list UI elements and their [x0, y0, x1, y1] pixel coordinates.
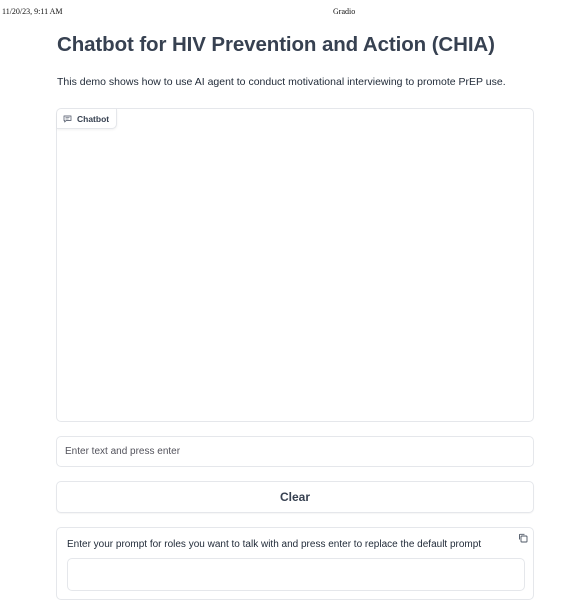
page-title: Chatbot for HIV Prevention and Action (C…	[57, 33, 495, 56]
message-input-container	[56, 436, 534, 467]
prompt-textarea[interactable]	[67, 558, 525, 591]
copy-icon[interactable]	[517, 532, 529, 544]
prompt-label: Enter your prompt for roles you want to …	[67, 539, 482, 550]
clear-button[interactable]: Clear	[56, 481, 534, 513]
chatbot-panel[interactable]: Chatbot	[56, 108, 534, 422]
print-header: 11/20/23, 9:11 AM Gradio	[0, 7, 583, 19]
print-date: 11/20/23, 9:11 AM	[2, 7, 63, 16]
chat-bubble-icon	[63, 115, 72, 123]
print-title: Gradio	[333, 7, 356, 16]
chatbot-label-text: Chatbot	[77, 113, 110, 124]
page-description: This demo shows how to use AI agent to c…	[57, 76, 506, 88]
chatbot-label: Chatbot	[57, 109, 118, 129]
message-input[interactable]	[57, 437, 533, 466]
prompt-panel: Enter your prompt for roles you want to …	[56, 527, 534, 600]
